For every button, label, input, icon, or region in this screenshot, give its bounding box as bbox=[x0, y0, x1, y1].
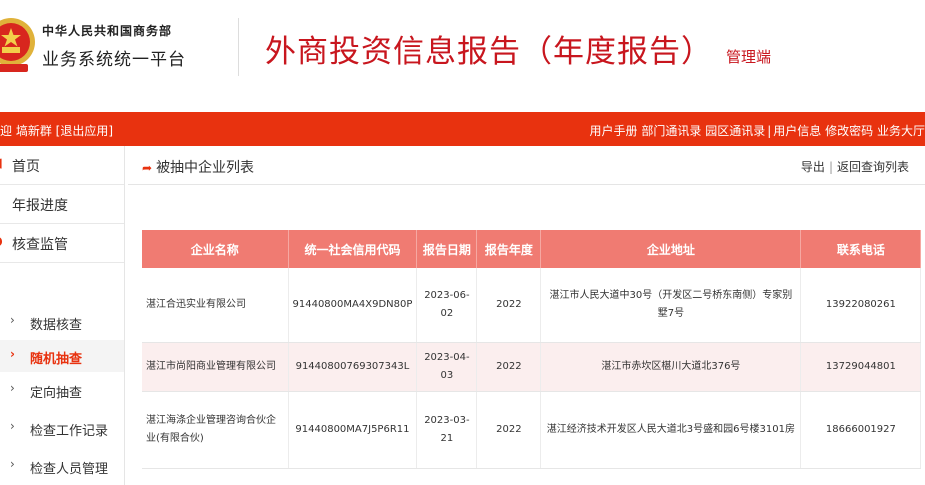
sidebar-subitem-inspector-mgmt[interactable]: › 检查人员管理 bbox=[0, 450, 124, 482]
park-directory-link[interactable]: 园区通讯录 bbox=[705, 124, 765, 138]
cell-name: 湛江海涤企业管理咨询合伙企业(有限合伙) bbox=[142, 391, 289, 469]
cell-report-date: 2023-06-02 bbox=[416, 268, 478, 343]
cell-credit-code: 91440800MA4X9DN80P bbox=[288, 268, 418, 343]
enterprise-table: 企业名称 统一社会信用代码 报告日期 报告年度 企业地址 联系电话 湛江合迅实业… bbox=[142, 230, 922, 469]
col-header-report-date: 报告日期 bbox=[416, 230, 478, 268]
cell-report-year: 2022 bbox=[476, 268, 542, 343]
pin-icon: ➦ bbox=[142, 161, 153, 175]
cell-phone: 13922080261 bbox=[800, 268, 922, 343]
link-separator: | bbox=[767, 124, 772, 138]
cell-phone: 18666001927 bbox=[800, 391, 922, 469]
change-password-link[interactable]: 修改密码 bbox=[825, 124, 873, 138]
cell-name: 湛江市尚阳商业管理有限公司 bbox=[142, 342, 289, 392]
header-divider bbox=[238, 18, 239, 76]
main-content: ➦ 被抽中企业列表 导出 | 返回查询列表 企业名称 统一社会信用代码 报告日期 报告… bbox=[128, 146, 925, 485]
org-name-line2: 业务系统统一平台 bbox=[42, 50, 186, 70]
section-actions: 导出 | 返回查询列表 bbox=[801, 158, 909, 175]
export-link[interactable]: 导出 bbox=[801, 160, 825, 174]
action-separator: | bbox=[828, 160, 833, 174]
table-row[interactable]: 湛江合迅实业有限公司 91440800MA4X9DN80P 2023-06-02… bbox=[142, 268, 922, 343]
top-nav-bar: 迎 塙新群 [退出应用] 用户手册 部门通讯录 园区通讯录 | 用户信息 修改密码 … bbox=[0, 112, 925, 146]
cell-phone: 13729044801 bbox=[800, 342, 922, 392]
cell-address: 湛江市人民大道中30号（开发区二号桥东南侧）专家别墅7号 bbox=[540, 268, 802, 343]
col-header-name: 企业名称 bbox=[142, 230, 289, 268]
sidebar-subitem-work-records[interactable]: › 检查工作记录 bbox=[0, 412, 124, 444]
top-links: 用户手册 部门通讯录 园区通讯录 | 用户信息 修改密码 业务大厅 bbox=[590, 122, 925, 139]
sidebar-item-label: 定向抽查 bbox=[30, 386, 83, 401]
sidebar-item-home[interactable]: ◖ 首页 bbox=[0, 146, 124, 185]
section-title: ➦ 被抽中企业列表 bbox=[142, 157, 254, 177]
sidebar-item-progress[interactable]: 年报进度 bbox=[0, 185, 124, 224]
cell-address: 湛江经济技术开发区人民大道北3号盛和园6号楼3101房 bbox=[540, 391, 802, 469]
col-header-credit-code: 统一社会信用代码 bbox=[288, 230, 418, 268]
cell-report-date: 2023-04-03 bbox=[416, 342, 478, 392]
supervision-icon: ◗ bbox=[0, 235, 8, 249]
chevron-right-icon: › bbox=[10, 457, 15, 471]
table-header-row: 企业名称 统一社会信用代码 报告日期 报告年度 企业地址 联系电话 bbox=[142, 230, 922, 268]
dept-directory-link[interactable]: 部门通讯录 bbox=[641, 124, 701, 138]
user-greeting: 迎 塙新群 bbox=[0, 124, 52, 138]
user-info-link[interactable]: 用户信息 bbox=[773, 124, 821, 138]
sidebar-item-label: 年报进度 bbox=[12, 198, 68, 214]
sidebar-item-label: 随机抽查 bbox=[30, 352, 83, 367]
sidebar-item-label: 核查监管 bbox=[12, 237, 68, 253]
logout-link[interactable]: [退出应用] bbox=[56, 124, 113, 138]
page-title-sub: 管理端 bbox=[726, 48, 772, 66]
sidebar-item-label: 检查人员管理 bbox=[30, 462, 109, 477]
chevron-right-icon: › bbox=[10, 313, 15, 327]
cell-report-date: 2023-03-21 bbox=[416, 391, 478, 469]
chevron-right-icon: › bbox=[10, 381, 15, 395]
col-header-address: 企业地址 bbox=[540, 230, 802, 268]
sidebar-subitem-random-check[interactable]: › 随机抽查 bbox=[0, 340, 124, 372]
sidebar-item-label: 检查工作记录 bbox=[30, 424, 109, 439]
cell-report-year: 2022 bbox=[476, 391, 542, 469]
cell-credit-code: 91440800MA7J5P6R11 bbox=[288, 391, 418, 469]
sidebar-item-label: 数据核查 bbox=[30, 318, 83, 333]
sidebar-subitem-data-check[interactable]: › 数据核查 bbox=[0, 306, 124, 338]
sidebar: ◖ 首页 年报进度 ◗ 核查监管 › 数据核查 › 随机抽查 › 定向抽查 › … bbox=[0, 146, 125, 485]
sidebar-subitem-targeted-check[interactable]: › 定向抽查 bbox=[0, 374, 124, 406]
sidebar-item-label: 首页 bbox=[12, 159, 40, 175]
chevron-right-icon: › bbox=[10, 347, 15, 361]
sidebar-item-supervision[interactable]: ◗ 核查监管 bbox=[0, 224, 124, 263]
home-icon: ◖ bbox=[0, 157, 8, 171]
business-hall-link[interactable]: 业务大厅 bbox=[877, 124, 925, 138]
section-title-text: 被抽中企业列表 bbox=[156, 160, 255, 176]
col-header-report-year: 报告年度 bbox=[476, 230, 542, 268]
user-manual-link[interactable]: 用户手册 bbox=[590, 124, 638, 138]
cell-report-year: 2022 bbox=[476, 342, 542, 392]
user-info: 迎 塙新群 [退出应用] bbox=[0, 122, 113, 139]
page-title: 外商投资信息报告（年度报告） bbox=[265, 34, 713, 70]
cell-name: 湛江合迅实业有限公司 bbox=[142, 268, 289, 343]
cell-address: 湛江市赤坎区椹川大道北376号 bbox=[540, 342, 802, 392]
back-to-list-link[interactable]: 返回查询列表 bbox=[837, 160, 909, 174]
section-header: ➦ 被抽中企业列表 导出 | 返回查询列表 bbox=[128, 146, 925, 185]
header: 中华人民共和国商务部 业务系统统一平台 外商投资信息报告（年度报告） 管理端 bbox=[0, 0, 925, 112]
national-emblem-icon bbox=[0, 18, 35, 72]
col-header-phone: 联系电话 bbox=[800, 230, 922, 268]
table-row[interactable]: 湛江海涤企业管理咨询合伙企业(有限合伙) 91440800MA7J5P6R11 … bbox=[142, 391, 922, 469]
chevron-right-icon: › bbox=[10, 419, 15, 433]
table-row[interactable]: 湛江市尚阳商业管理有限公司 91440800769307343L 2023-04… bbox=[142, 342, 922, 392]
cell-credit-code: 91440800769307343L bbox=[288, 342, 418, 392]
org-name-line1: 中华人民共和国商务部 bbox=[42, 24, 173, 38]
